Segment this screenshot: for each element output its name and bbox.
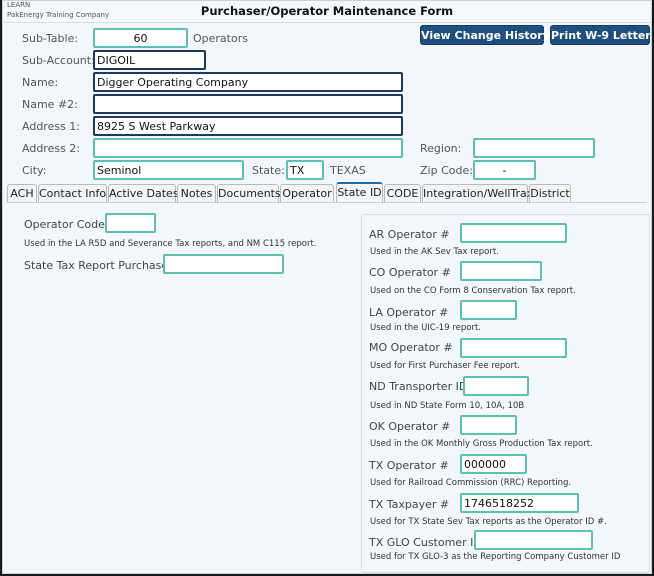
- tx-operator-note: Used for Railroad Commission (RRC) Repor…: [370, 478, 572, 488]
- tx-operator-label: TX Operator #: [369, 459, 449, 472]
- mo-operator-note: Used for First Purchaser Fee report.: [370, 361, 520, 371]
- state-tax-report-purchaser-field[interactable]: [163, 254, 284, 274]
- address2-label: Address 2:: [22, 142, 81, 155]
- view-change-history-button[interactable]: View Change History: [420, 25, 550, 45]
- co-operator-field[interactable]: [460, 261, 542, 281]
- print-w9-letter-button[interactable]: Print W-9 Letter: [550, 25, 651, 45]
- ok-operator-note: Used in the OK Monthly Gross Production …: [370, 439, 593, 449]
- region-field[interactable]: [473, 138, 595, 158]
- tx-operator-field[interactable]: 000000: [460, 454, 527, 474]
- ok-operator-label: OK Operator #: [369, 420, 451, 433]
- ar-operator-note: Used in the AK Sev Tax report.: [370, 247, 499, 257]
- operator-code-field[interactable]: [105, 213, 156, 233]
- tx-taxpayer-field[interactable]: 1746518252: [460, 493, 579, 513]
- tx-taxpayer-note: Used for TX State Sev Tax reports as the…: [370, 517, 607, 527]
- name2-label: Name #2:: [22, 98, 78, 111]
- address2-field[interactable]: [93, 138, 403, 158]
- tab-code[interactable]: CODE: [384, 184, 421, 203]
- address1-label: Address 1:: [22, 120, 81, 133]
- la-operator-field[interactable]: [460, 300, 517, 320]
- tab-integration-welltrax[interactable]: Integration/WellTrax: [422, 184, 533, 203]
- ar-operator-label: AR Operator #: [369, 228, 450, 241]
- operator-code-note: Used in the LA R5D and Severance Tax rep…: [24, 239, 317, 249]
- zip-code-field[interactable]: -: [473, 160, 536, 180]
- tab-active-dates[interactable]: Active Dates: [108, 184, 179, 203]
- la-operator-label: LA Operator #: [369, 306, 449, 319]
- state-description: TEXAS: [330, 164, 366, 177]
- state-tax-report-purchaser-label: State Tax Report Purchaser: [24, 259, 173, 272]
- co-operator-note: Used on the CO Form 8 Conservation Tax r…: [370, 286, 576, 296]
- tab-operator[interactable]: Operator: [280, 184, 334, 203]
- ok-operator-field[interactable]: [460, 415, 517, 435]
- nd-transporter-note: Used in ND State Form 10, 10A, 10B: [370, 401, 525, 411]
- nd-transporter-label: ND Transporter ID: [369, 380, 468, 393]
- la-operator-note: Used in the UIC-19 report.: [370, 323, 481, 333]
- maintenance-form-window: LEARN PakEnergy Training Company Purchas…: [2, 0, 652, 574]
- nd-transporter-field[interactable]: [463, 376, 529, 396]
- tab-district[interactable]: District: [529, 184, 571, 203]
- mo-operator-field[interactable]: [460, 338, 567, 358]
- mo-operator-label: MO Operator #: [369, 341, 453, 354]
- tab-divider: [7, 202, 647, 203]
- city-field[interactable]: Seminol: [93, 160, 244, 180]
- ar-operator-field[interactable]: [460, 223, 567, 243]
- tx-glo-customer-note: Used for TX GLO-3 as the Reporting Compa…: [370, 552, 621, 562]
- city-label: City:: [22, 164, 47, 177]
- tab-notes[interactable]: Notes: [177, 184, 216, 203]
- region-label: Region:: [420, 142, 462, 155]
- form-title: Purchaser/Operator Maintenance Form: [200, 4, 454, 18]
- name-field[interactable]: Digger Operating Company: [93, 72, 403, 92]
- operator-code-label: Operator Code: [24, 218, 105, 231]
- tab-ach[interactable]: ACH: [7, 184, 37, 203]
- address1-field[interactable]: 8925 S West Parkway: [93, 116, 403, 136]
- sub-account-label: Sub-Account:: [22, 54, 95, 67]
- name2-field[interactable]: [93, 94, 403, 114]
- tx-glo-customer-field[interactable]: [474, 530, 593, 550]
- title-bar: LEARN PakEnergy Training Company Purchas…: [3, 1, 651, 23]
- tab-documents[interactable]: Documents: [217, 184, 281, 203]
- co-operator-label: CO Operator #: [369, 266, 451, 279]
- state-label: State:: [252, 164, 285, 177]
- state-field[interactable]: TX: [286, 160, 324, 180]
- sub-table-field[interactable]: 60: [93, 28, 188, 48]
- zip-code-label: Zip Code:: [420, 164, 473, 177]
- tx-glo-customer-label: TX GLO Customer ID: [369, 536, 482, 549]
- tab-contact-info[interactable]: Contact Info: [38, 184, 107, 203]
- sub-table-label: Sub-Table:: [22, 32, 79, 45]
- sub-table-description: Operators: [193, 32, 248, 45]
- sub-account-field[interactable]: DIGOIL: [93, 50, 206, 70]
- tx-taxpayer-label: TX Taxpayer #: [369, 498, 450, 511]
- tab-state-id[interactable]: State ID: [336, 182, 383, 203]
- name-label: Name:: [22, 76, 59, 89]
